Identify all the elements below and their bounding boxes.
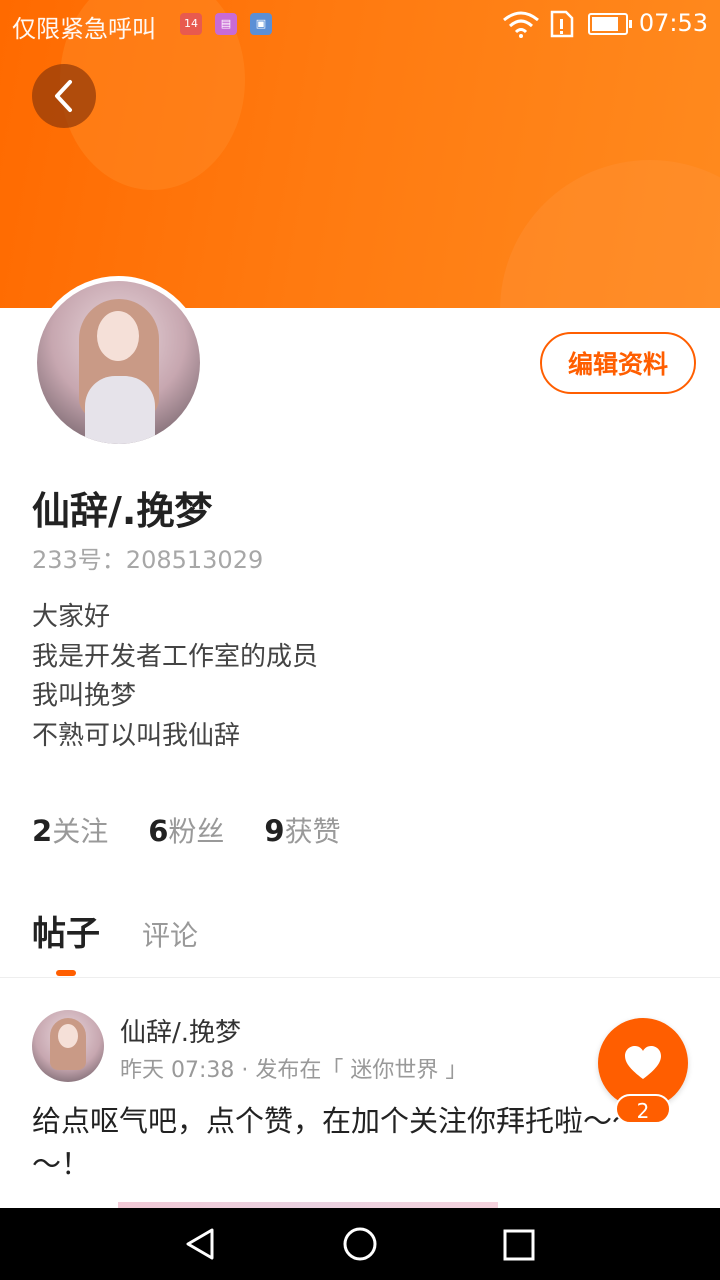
tab-posts[interactable]: 帖子	[32, 906, 100, 955]
bio-line: 我是开发者工作室的成员	[32, 641, 319, 672]
stat-label: 获赞	[284, 815, 341, 848]
nav-back-button[interactable]	[182, 1226, 218, 1266]
active-tab-indicator	[56, 970, 76, 976]
triangle-back-icon	[186, 1228, 214, 1260]
stat-likes[interactable]: 9 获赞	[264, 810, 340, 850]
profile-bio: 大家好 我是开发者工作室的成员 我叫挽梦 不熟可以叫我仙辞	[32, 598, 318, 756]
header-decor-circle	[500, 160, 720, 308]
nav-home-button[interactable]	[342, 1226, 378, 1266]
battery-icon	[588, 13, 632, 35]
message-icon: ▤	[215, 13, 237, 35]
like-count-badge: 2	[615, 1094, 671, 1124]
bio-line: 大家好	[32, 602, 111, 632]
calendar-icon: 14	[180, 13, 202, 35]
profile-stats: 2 关注 6 粉丝 9 获赞	[32, 810, 381, 850]
app-notification-icon: ▣	[250, 13, 272, 35]
bio-line: 不熟可以叫我仙辞	[32, 720, 241, 751]
post-author-name[interactable]: 仙辞/.挽梦	[120, 1012, 241, 1049]
stat-followers[interactable]: 6 粉丝	[148, 810, 224, 850]
sim-alert-icon	[548, 10, 576, 42]
heart-icon	[625, 1046, 661, 1079]
square-recents-icon	[503, 1229, 535, 1261]
system-nav-bar	[0, 1208, 720, 1280]
profile-user-id: 233号：208513029	[32, 546, 264, 574]
profile-avatar[interactable]	[32, 276, 205, 449]
post-author-avatar[interactable]	[32, 1010, 104, 1082]
edit-profile-button[interactable]: 编辑资料	[540, 332, 696, 394]
stat-value: 6	[148, 814, 169, 848]
stat-label: 关注	[52, 815, 109, 848]
clock: 07:53	[638, 9, 708, 37]
carrier-text: 仅限紧急呼叫	[12, 15, 156, 43]
circle-home-icon	[343, 1227, 377, 1261]
bio-line: 我叫挽梦	[32, 681, 137, 711]
avatar-image	[37, 281, 200, 444]
stat-following[interactable]: 2 关注	[32, 810, 108, 850]
post-text[interactable]: 给点呕气吧，点个赞，在加个关注你拜托啦～～～！	[32, 1100, 672, 1186]
stat-label: 粉丝	[168, 815, 225, 848]
post-meta: 昨天 07:38 · 发布在「 迷你世界 」	[120, 1058, 468, 1083]
profile-username: 仙辞/.挽梦	[32, 489, 213, 533]
chevron-left-icon	[55, 80, 72, 112]
stat-value: 9	[264, 814, 285, 848]
back-button[interactable]	[32, 64, 96, 128]
divider	[0, 977, 720, 978]
nav-recents-button[interactable]	[502, 1228, 536, 1266]
tab-comments[interactable]: 评论	[142, 914, 198, 954]
status-bar: 仅限紧急呼叫 14 ▤ ▣ 07:53	[0, 0, 720, 50]
stat-value: 2	[32, 814, 53, 848]
wifi-icon	[502, 10, 540, 42]
